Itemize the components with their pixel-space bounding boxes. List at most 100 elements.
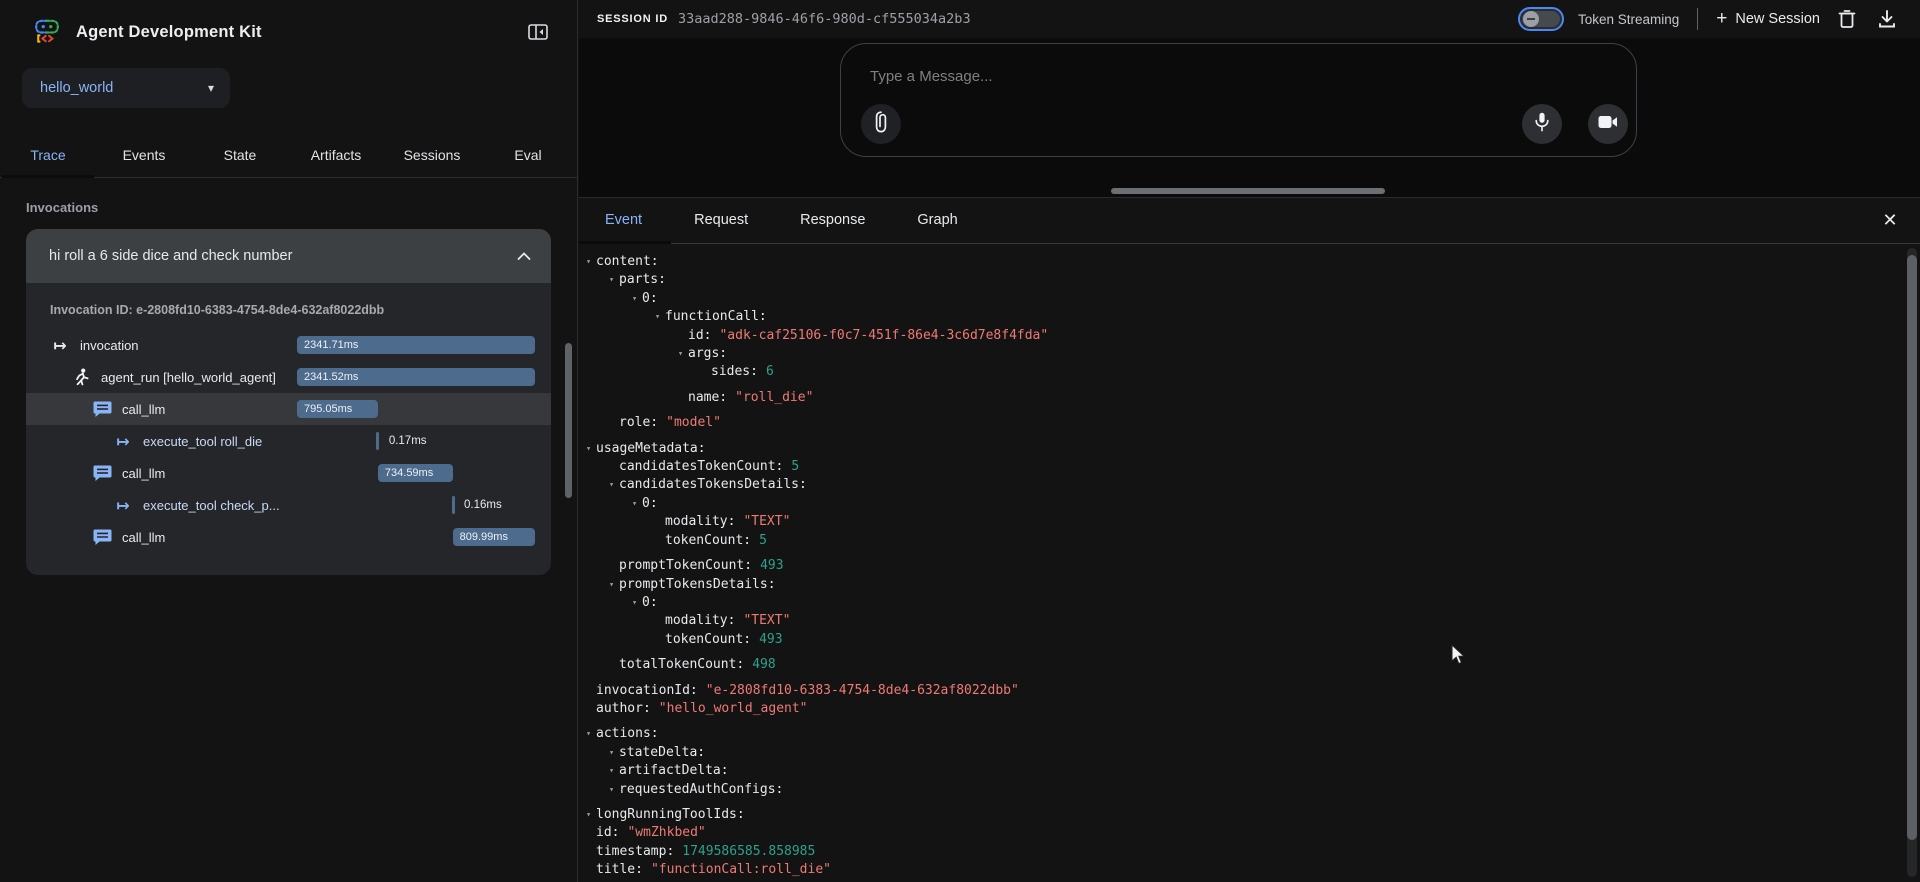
agent-run-icon [71,367,91,387]
invocation-card: hi roll a 6 side dice and check number I… [26,229,551,575]
paperclip-icon [875,111,887,138]
json-key: name: [688,389,727,407]
json-key: args: [688,345,727,363]
trace-span-label: call_llm [50,399,297,419]
sidebar-tabs: TraceEventsStateArtifactsSessionsEval [0,135,577,178]
sidebar-tab-eval[interactable]: Eval [480,135,576,177]
json-tree-line: ▾parts: [581,271,1920,289]
app-title: Agent Development Kit [76,23,262,42]
download-session-icon[interactable] [1874,6,1900,32]
trace-span-name: execute_tool roll_die [143,434,262,449]
invocation-card-header[interactable]: hi roll a 6 side dice and check number [26,229,551,283]
vertical-scrollbar-track[interactable] [1907,248,1917,877]
json-value: 493 [759,631,782,649]
agent-selector-dropdown[interactable]: hello_world ▾ [22,68,230,108]
json-value: "hello_world_agent" [659,700,808,718]
json-key: tokenCount: [665,631,751,649]
json-key: longRunningToolIds: [596,806,745,824]
expand-collapse-arrow-icon[interactable]: ▾ [604,762,619,780]
chevron-up-icon[interactable] [517,248,531,264]
expand-collapse-arrow-icon[interactable]: ▾ [604,271,619,289]
token-streaming-toggle[interactable] [1518,7,1564,31]
trace-timeline: 795.05ms [297,400,535,418]
horizontal-scrollbar[interactable] [1111,188,1385,194]
json-value: "e-2808fd10-6383-4754-8de4-632af8022dbb" [706,682,1019,700]
collapse-sidebar-icon[interactable] [525,19,551,45]
trace-timeline: 0.17ms [297,432,535,450]
trace-span-name: execute_tool check_p... [143,498,280,513]
trace-timeline: 809.99ms [297,528,535,546]
trace-row[interactable]: ↦execute_tool check_p...0.16ms [26,489,551,521]
json-value: 1749586585.858985 [682,843,815,861]
session-id-value: 33aad288-9846-46f6-980d-cf555034a2b3 [678,11,971,27]
sidebar-tab-sessions[interactable]: Sessions [384,135,480,177]
sidebar-tab-state[interactable]: State [192,135,288,177]
json-tree-line: ▾artifactDelta: [581,762,1920,780]
detail-tab-request[interactable]: Request [668,198,774,243]
expand-collapse-arrow-icon[interactable]: ▾ [604,781,619,799]
trace-duration-bar: 2341.71ms [297,336,535,354]
vertical-scrollbar-thumb[interactable] [1907,255,1917,840]
message-input-box[interactable]: Type a Message... [840,43,1637,157]
expand-collapse-arrow-icon[interactable]: ▾ [581,725,596,743]
detail-tab-response[interactable]: Response [774,198,891,243]
attach-file-button[interactable] [861,104,901,144]
json-key: functionCall: [665,308,767,326]
json-value: "TEXT" [743,612,790,630]
expand-collapse-arrow-icon[interactable]: ▾ [650,308,665,326]
invocation-card-body: Invocation ID: e-2808fd10-6383-4754-8de4… [26,283,551,575]
maps-to-arrow-icon: ↦ [113,431,133,451]
header-actions: Token Streaming + New Session [1518,6,1900,32]
expand-collapse-arrow-icon[interactable]: ▾ [581,440,596,458]
json-key: promptTokensDetails: [619,576,776,594]
main-header: SESSION ID 33aad288-9846-46f6-980d-cf555… [579,0,1920,38]
trace-timeline: 734.59ms [297,464,535,482]
json-value: "TEXT" [743,513,790,531]
trace-row[interactable]: agent_run [hello_world_agent]2341.52ms [26,361,551,393]
json-tree-line: ▾modality:"TEXT" [581,513,1920,531]
detail-tab-graph[interactable]: Graph [891,198,983,243]
main-panel: SESSION ID 33aad288-9846-46f6-980d-cf555… [579,0,1920,882]
chevron-down-icon: ▾ [208,81,214,95]
trace-timeline: 2341.52ms [297,368,535,386]
expand-collapse-arrow-icon[interactable]: ▾ [604,744,619,762]
trace-row[interactable]: call_llm 795.05ms [26,393,551,425]
json-value: "functionCall:roll_die" [651,861,831,879]
trace-row[interactable]: ↦ execute_tool roll_die 0.17ms [26,425,551,457]
trace-row[interactable]: call_llm 809.99ms [26,521,551,553]
json-key: 0: [642,594,658,612]
delete-session-icon[interactable] [1834,6,1860,32]
expand-collapse-arrow-icon[interactable]: ▾ [627,495,642,513]
json-tree-line: ▾timestamp:1749586585.858985 [581,843,1920,861]
expand-collapse-arrow-icon[interactable]: ▾ [581,253,596,271]
expand-collapse-arrow-icon[interactable]: ▾ [581,806,596,824]
new-session-button[interactable]: + New Session [1716,11,1820,27]
json-value: 5 [791,458,799,476]
expand-collapse-arrow-icon[interactable]: ▾ [627,594,642,612]
json-value: "model" [666,414,721,432]
trace-span-name: call_llm [122,466,165,481]
trace-duration-bar: 734.59ms [378,464,453,482]
video-button[interactable] [1588,104,1628,144]
expand-collapse-arrow-icon[interactable]: ▾ [604,476,619,494]
json-key: stateDelta: [619,744,705,762]
expand-collapse-arrow-icon[interactable]: ▾ [673,345,688,363]
trace-row[interactable]: ↦invocation2341.71ms [26,329,551,361]
sidebar-tab-trace[interactable]: Trace [0,135,96,177]
trace-span-name: call_llm [122,402,165,417]
trace-row[interactable]: call_llm 734.59ms [26,457,551,489]
json-tree-line: ▾role:"model" [581,414,1920,432]
expand-collapse-arrow-icon[interactable]: ▾ [604,576,619,594]
trace-span-name: call_llm [122,530,165,545]
sidebar-tab-artifacts[interactable]: Artifacts [288,135,384,177]
json-key: artifactDelta: [619,762,729,780]
expand-collapse-arrow-icon[interactable]: ▾ [627,290,642,308]
sidebar: Agent Development Kit hello_world ▾ Trac… [0,0,578,882]
microphone-button[interactable] [1522,104,1562,144]
json-tree-line: ▾id:"wmZhkbed" [581,824,1920,842]
sidebar-scrollbar[interactable] [565,343,572,498]
sidebar-tab-events[interactable]: Events [96,135,192,177]
json-value: "wmZhkbed" [627,824,705,842]
detail-tab-event[interactable]: Event [579,198,668,243]
close-icon[interactable]: ✕ [1876,207,1904,235]
